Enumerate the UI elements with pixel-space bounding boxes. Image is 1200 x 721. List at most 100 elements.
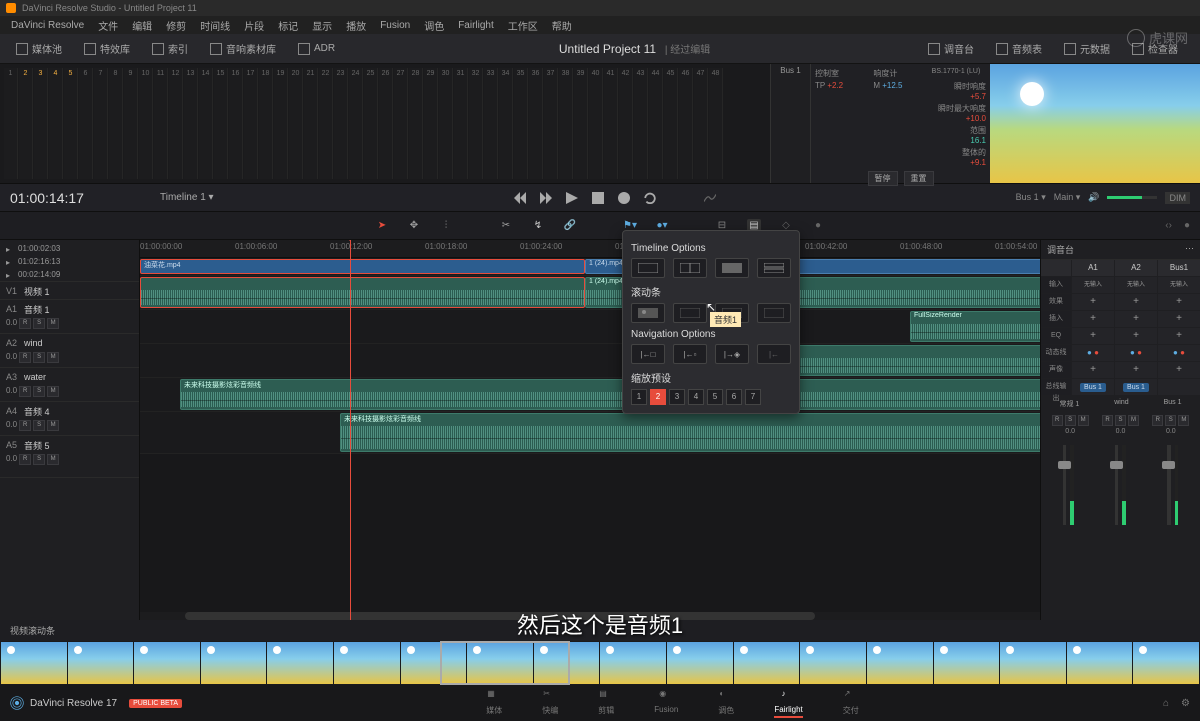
clip[interactable]: 油菜花.mp4: [140, 259, 585, 274]
zoom-preset-1[interactable]: 1: [631, 389, 647, 405]
fader-11[interactable]: 11: [154, 68, 168, 179]
pause-btn[interactable]: 暂停: [868, 171, 898, 186]
fader-25[interactable]: 25: [364, 68, 378, 179]
fader-33[interactable]: 33: [484, 68, 498, 179]
dim-button[interactable]: DIM: [1165, 192, 1190, 204]
page-tab-剪辑[interactable]: ▤剪辑: [598, 689, 614, 718]
scroll-opt-2[interactable]: [673, 303, 707, 323]
menu-片段[interactable]: 片段: [237, 18, 271, 33]
nav-opt-1[interactable]: |←□: [631, 344, 665, 364]
fader-20[interactable]: 20: [289, 68, 303, 179]
panel-menu-icon[interactable]: ⋯: [1185, 243, 1194, 256]
fader-6[interactable]: 6: [79, 68, 93, 179]
zoom-preset-4[interactable]: 4: [688, 389, 704, 405]
menu-文件[interactable]: 文件: [91, 18, 125, 33]
fader-7[interactable]: 7: [94, 68, 108, 179]
menu-DaVinci Resolve[interactable]: DaVinci Resolve: [4, 20, 91, 31]
reset-btn[interactable]: 重置: [904, 171, 934, 186]
zoom-preset-5[interactable]: 5: [707, 389, 723, 405]
fader-38[interactable]: 38: [559, 68, 573, 179]
fader-8[interactable]: 8: [109, 68, 123, 179]
fader-17[interactable]: 17: [244, 68, 258, 179]
track-a5[interactable]: 未来科技摄影炫彩音频线: [140, 412, 1040, 454]
automation-icon[interactable]: [704, 192, 716, 204]
fader-39[interactable]: 39: [574, 68, 588, 179]
menu-修剪[interactable]: 修剪: [159, 18, 193, 33]
fader-36[interactable]: 36: [529, 68, 543, 179]
tb-sound-lib[interactable]: 音响素材库: [202, 38, 284, 59]
fader-4[interactable]: 4: [49, 68, 63, 179]
filmstrip-selection[interactable]: [440, 641, 570, 685]
loop-icon[interactable]: [644, 192, 656, 204]
page-tab-快编[interactable]: ✂快编: [542, 689, 558, 718]
page-tab-媒体[interactable]: ▦媒体: [486, 689, 502, 718]
fader-37[interactable]: 37: [544, 68, 558, 179]
track-header-A4[interactable]: A4音频 40.0RSM: [0, 402, 139, 436]
selection-tool-icon[interactable]: ➤: [375, 219, 389, 233]
fader-40[interactable]: 40: [589, 68, 603, 179]
fader-1[interactable]: 1: [4, 68, 18, 179]
timeline-ruler[interactable]: 01:00:00:0001:00:06:0001:00:12:0001:00:1…: [140, 240, 1040, 258]
track-header-V1[interactable]: V1视频 1: [0, 282, 139, 300]
fader-12[interactable]: 12: [169, 68, 183, 179]
clip[interactable]: 未来科技摄影炫彩音频线: [340, 413, 1040, 452]
fader-44[interactable]: 44: [649, 68, 663, 179]
nav-opt-2[interactable]: |←▫: [673, 344, 707, 364]
menu-Fairlight[interactable]: Fairlight: [451, 20, 501, 31]
marker-out[interactable]: ▸01:02:16:13: [6, 255, 133, 268]
play-icon[interactable]: [566, 192, 578, 204]
marker-dur[interactable]: ▸00:02:14:09: [6, 268, 133, 281]
page-tab-交付[interactable]: ↗交付: [843, 689, 859, 718]
track-a2[interactable]: FullSizeRender: [140, 310, 1040, 344]
speaker-icon[interactable]: 🔊: [1088, 192, 1099, 203]
tb-index[interactable]: 索引: [144, 38, 196, 59]
link-icon[interactable]: 🔗: [563, 219, 577, 233]
tb-meters[interactable]: 音频表: [988, 38, 1050, 59]
fader-45[interactable]: 45: [664, 68, 678, 179]
fader-23[interactable]: 23: [334, 68, 348, 179]
fader-14[interactable]: 14: [199, 68, 213, 179]
zoom-dot-icon[interactable]: ●: [1184, 220, 1190, 231]
wand-icon[interactable]: ↯: [531, 219, 545, 233]
menu-工作区[interactable]: 工作区: [501, 18, 545, 33]
fader-10[interactable]: 10: [139, 68, 153, 179]
fader-18[interactable]: 18: [259, 68, 273, 179]
track-header-A5[interactable]: A5音频 50.0RSM: [0, 436, 139, 478]
fader-34[interactable]: 34: [499, 68, 513, 179]
zoom-preset-3[interactable]: 3: [669, 389, 685, 405]
fader-3[interactable]: 3: [34, 68, 48, 179]
fader-24[interactable]: 24: [349, 68, 363, 179]
mixer-fader-0[interactable]: [1045, 445, 1091, 525]
mixer-fader-2[interactable]: [1150, 445, 1196, 525]
fader-26[interactable]: 26: [379, 68, 393, 179]
dot-icon[interactable]: ●: [811, 219, 825, 233]
record-icon[interactable]: [618, 192, 630, 204]
home-icon[interactable]: ⌂: [1163, 698, 1169, 709]
playhead[interactable]: [350, 240, 351, 620]
track-v1[interactable]: 油菜花.mp41 (24).mp4: [140, 258, 1040, 276]
timeline-opt-3[interactable]: [715, 258, 749, 278]
menu-播放[interactable]: 播放: [339, 18, 373, 33]
page-tab-Fusion[interactable]: ◉Fusion: [654, 689, 678, 718]
fader-22[interactable]: 22: [319, 68, 333, 179]
zoom-preset-7[interactable]: 7: [745, 389, 761, 405]
fader-42[interactable]: 42: [619, 68, 633, 179]
menu-标记[interactable]: 标记: [271, 18, 305, 33]
razor-icon[interactable]: ✂: [499, 219, 513, 233]
menu-帮助[interactable]: 帮助: [545, 18, 579, 33]
fader-32[interactable]: 32: [469, 68, 483, 179]
menu-时间线[interactable]: 时间线: [193, 18, 237, 33]
fader-43[interactable]: 43: [634, 68, 648, 179]
track-a4[interactable]: 未来科技摄影炫彩音频线: [140, 378, 1040, 412]
tb-mixer[interactable]: 调音台: [920, 38, 982, 59]
timeline-canvas[interactable]: 01:00:00:0001:00:06:0001:00:12:0001:00:1…: [140, 240, 1040, 620]
track-a3[interactable]: [140, 344, 1040, 378]
fader-47[interactable]: 47: [694, 68, 708, 179]
fader-35[interactable]: 35: [514, 68, 528, 179]
marker-in[interactable]: ▸01:00:02:03: [6, 242, 133, 255]
timeline-opt-4[interactable]: [757, 258, 791, 278]
volume-slider[interactable]: [1107, 196, 1157, 199]
fader-2[interactable]: 2: [19, 68, 33, 179]
trim-tool-icon[interactable]: ⫶: [439, 219, 453, 233]
clip[interactable]: [140, 277, 585, 308]
